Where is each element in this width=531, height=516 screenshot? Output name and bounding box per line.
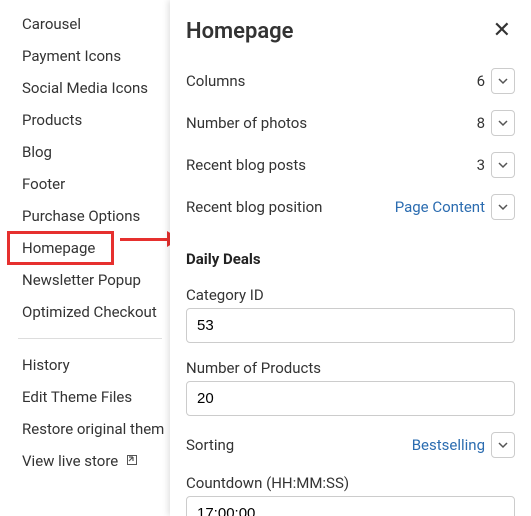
row-value: 8	[477, 114, 485, 132]
close-icon: ✕	[493, 18, 511, 43]
row-label: Number of photos	[186, 114, 477, 132]
chevron-down-icon	[498, 76, 508, 86]
panel-title: Homepage	[186, 19, 487, 44]
photos-dropdown[interactable]	[491, 110, 515, 136]
row-value: 6	[477, 72, 485, 90]
row-label: Recent blog position	[186, 198, 395, 216]
sidebar-item-products[interactable]: Products	[0, 104, 180, 136]
row-value: Page Content	[395, 198, 485, 216]
settings-panel: Homepage ✕ Columns 6 Number of photos 8 …	[170, 0, 531, 516]
number-of-products-input[interactable]	[186, 381, 515, 416]
panel-header: Homepage ✕	[170, 0, 531, 60]
number-of-products-label: Number of Products	[186, 351, 515, 381]
row-number-of-photos: Number of photos 8	[186, 102, 515, 144]
category-id-input[interactable]	[186, 308, 515, 343]
countdown-label: Countdown (HH:MM:SS)	[186, 466, 515, 496]
sidebar-item-purchase-options[interactable]: Purchase Options	[0, 200, 180, 232]
row-recent-blog-posts: Recent blog posts 3	[186, 144, 515, 186]
sidebar-item-carousel[interactable]: Carousel	[0, 8, 180, 40]
chevron-down-icon	[498, 202, 508, 212]
category-id-label: Category ID	[186, 278, 515, 308]
panel-body: Columns 6 Number of photos 8 Recent blog…	[170, 60, 531, 516]
sorting-value: Bestselling	[412, 436, 485, 454]
row-value: 3	[477, 156, 485, 174]
sidebar-item-edit-theme-files[interactable]: Edit Theme Files	[0, 381, 180, 413]
chevron-down-icon	[498, 440, 508, 450]
blog-posts-dropdown[interactable]	[491, 152, 515, 178]
row-sorting: Sorting Bestselling	[186, 424, 515, 466]
external-link-icon	[126, 454, 138, 466]
sidebar-item-social-media-icons[interactable]: Social Media Icons	[0, 72, 180, 104]
sidebar-item-footer[interactable]: Footer	[0, 168, 180, 200]
row-columns: Columns 6	[186, 60, 515, 102]
countdown-input[interactable]	[186, 496, 515, 516]
close-button[interactable]: ✕	[487, 16, 517, 46]
sidebar-item-blog[interactable]: Blog	[0, 136, 180, 168]
row-label: Columns	[186, 72, 477, 90]
row-label: Recent blog posts	[186, 156, 477, 174]
sidebar-item-homepage[interactable]: Homepage	[8, 232, 113, 264]
sidebar-item-history[interactable]: History	[0, 349, 180, 381]
sidebar-divider	[18, 338, 162, 339]
view-live-store-label: View live store	[22, 452, 118, 470]
sidebar-item-optimized-checkout[interactable]: Optimized Checkout	[0, 296, 180, 328]
sidebar-item-newsletter-popup[interactable]: Newsletter Popup	[0, 264, 180, 296]
sorting-dropdown[interactable]	[491, 432, 515, 458]
section-heading-daily-deals: Daily Deals	[186, 228, 515, 278]
chevron-down-icon	[498, 160, 508, 170]
blog-position-dropdown[interactable]	[491, 194, 515, 220]
sidebar-item-payment-icons[interactable]: Payment Icons	[0, 40, 180, 72]
sorting-label: Sorting	[186, 436, 412, 454]
sidebar-item-restore-original-theme[interactable]: Restore original them	[0, 413, 180, 445]
sidebar-item-view-live-store[interactable]: View live store	[0, 445, 180, 477]
row-recent-blog-position: Recent blog position Page Content	[186, 186, 515, 228]
chevron-down-icon	[498, 118, 508, 128]
columns-dropdown[interactable]	[491, 68, 515, 94]
